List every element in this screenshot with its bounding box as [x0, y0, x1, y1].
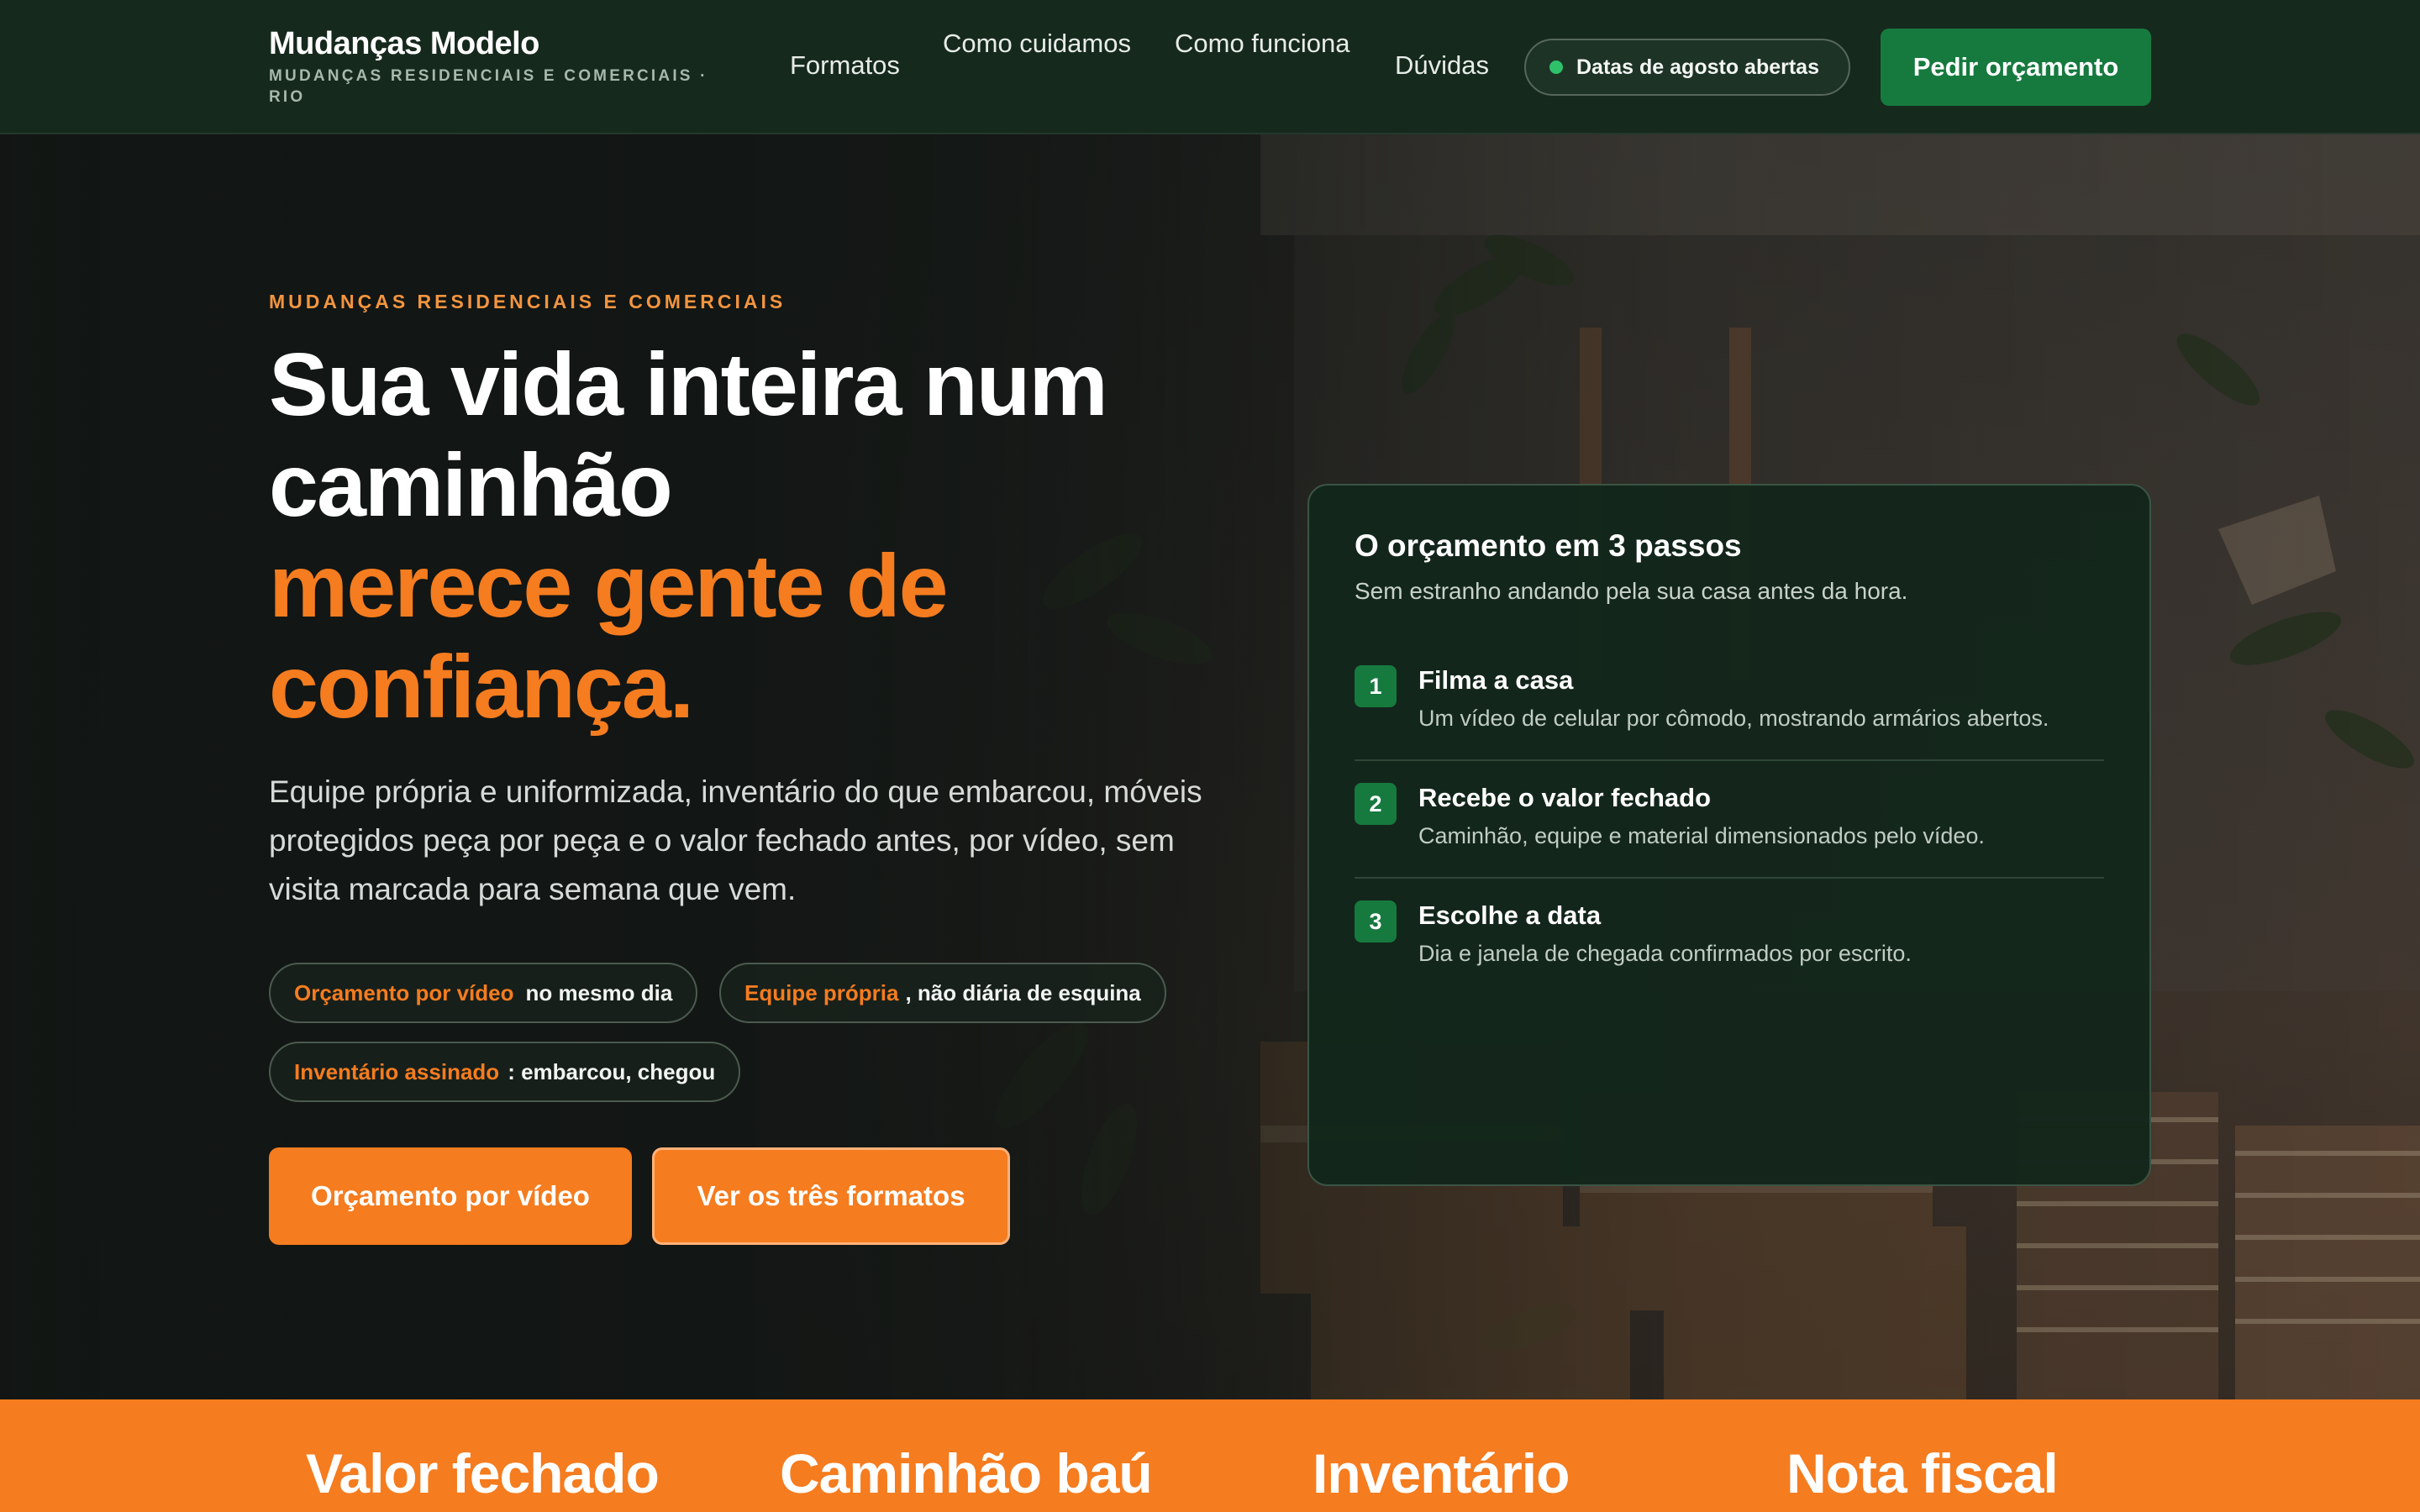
brand[interactable]: Mudanças Modelo MUDANÇAS RESIDENCIAIS E …: [269, 25, 739, 108]
step-title: Recebe o valor fechado: [1418, 783, 1712, 812]
feature-pill-highlight: Equipe própria: [744, 979, 899, 1005]
status-dot-icon: [1549, 60, 1563, 74]
feature-pill: Inventário assinado : embarcou, chegou: [269, 1042, 741, 1102]
feature-pill-highlight: Inventário assinado: [294, 1058, 500, 1084]
step-item: 1 Filma a casa Um vídeo de celular por c…: [1355, 643, 2104, 761]
brand-name[interactable]: Mudanças Modelo: [269, 25, 739, 62]
brand-tagline: MUDANÇAS RESIDENCIAIS E COMERCIAIS · RIO: [269, 67, 708, 106]
feature-pill: Equipe própria , não diária de esquina: [719, 963, 1166, 1023]
step-description: Caminhão, equipe e material dimensionado…: [1418, 823, 1985, 848]
nav-link-formatos[interactable]: Formatos: [790, 44, 900, 87]
card-title: O orçamento em 3 passos: [1355, 528, 1742, 563]
top-nav: Mudanças Modelo MUDANÇAS RESIDENCIAIS E …: [0, 0, 2420, 134]
benefit-item: Nota fiscal: [1786, 1442, 2059, 1504]
benefits-strip: Valor fechado Caminhão baú Inventário No…: [0, 1399, 2420, 1512]
hero-description: Equipe própria e uniformizada, inventári…: [269, 774, 1202, 906]
step-description: Dia e janela de chegada confirmados por …: [1418, 941, 1912, 966]
request-quote-button[interactable]: Pedir orçamento: [1881, 29, 2151, 106]
feature-pill-text: no mesmo dia: [525, 979, 673, 1005]
nav-link-duvidas[interactable]: Dúvidas: [1395, 44, 1489, 87]
feature-pill-highlight: Orçamento por vídeo: [294, 979, 514, 1005]
hero-headline-white: Sua vida inteira num caminhão: [269, 335, 1108, 535]
step-number-badge: 1: [1355, 665, 1397, 707]
video-quote-button[interactable]: Orçamento por vídeo: [269, 1147, 632, 1245]
quote-steps-card: O orçamento em 3 passos Sem estranho and…: [1307, 484, 2151, 1186]
availability-badge-text: Datas de agosto abertas: [1576, 55, 1819, 79]
hero-eyebrow: MUDANÇAS RESIDENCIAIS E COMERCIAIS: [269, 291, 786, 312]
see-formats-button[interactable]: Ver os três formatos: [652, 1147, 1010, 1245]
hero-headline-orange: merece gente de confiança.: [269, 537, 949, 737]
benefit-item: Valor fechado: [306, 1442, 660, 1504]
steps-list: 1 Filma a casa Um vídeo de celular por c…: [1355, 643, 2104, 995]
feature-pill-text: : embarcou, chegou: [508, 1058, 716, 1084]
step-item: 3 Escolhe a data Dia e janela de chegada…: [1355, 879, 2104, 995]
availability-badge: Datas de agosto abertas: [1524, 39, 1850, 96]
nav-link-como-cuidamos[interactable]: Como cuidamos: [943, 22, 1144, 66]
step-title: Escolhe a data: [1418, 900, 1602, 930]
card-subtitle: Sem estranho andando pela sua casa antes…: [1355, 578, 1908, 604]
step-item: 2 Recebe o valor fechado Caminhão, equip…: [1355, 761, 2104, 879]
step-number-badge: 3: [1355, 900, 1397, 942]
feature-pill-text: , não diária de esquina: [905, 979, 1141, 1005]
nav-link-como-funciona[interactable]: Como funciona: [1175, 22, 1376, 66]
step-title: Filma a casa: [1418, 665, 1574, 695]
step-number-badge: 2: [1355, 783, 1397, 825]
benefit-item: Caminhão baú: [780, 1442, 1153, 1504]
hero-section: MUDANÇAS RESIDENCIAIS E COMERCIAIS Sua v…: [0, 134, 2420, 1399]
step-description: Um vídeo de celular por cômodo, mostrand…: [1418, 706, 2049, 731]
hero-headline: Sua vida inteira num caminhão merece gen…: [269, 334, 1244, 738]
benefit-item: Inventário: [1313, 1442, 1570, 1504]
feature-pill: Orçamento por vídeo no mesmo dia: [269, 963, 698, 1023]
